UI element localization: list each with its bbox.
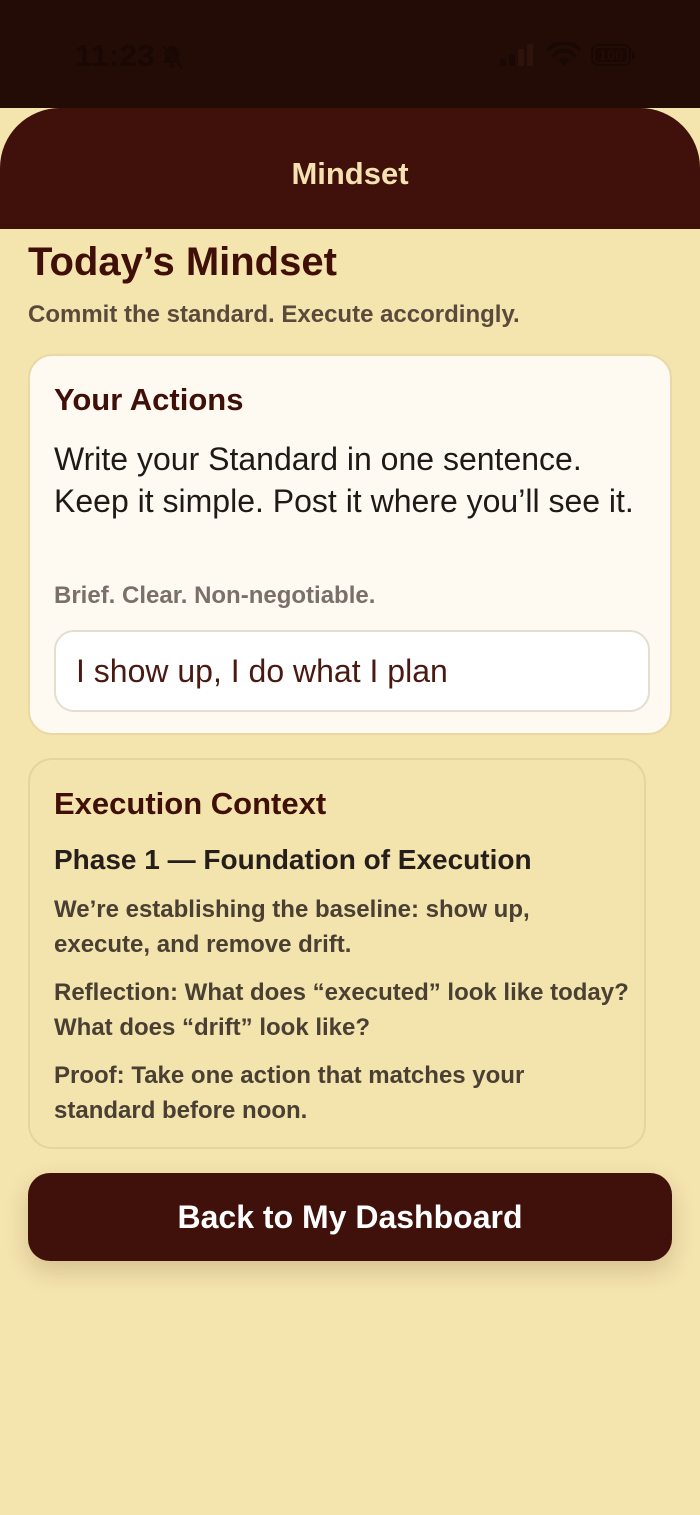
app-header: Mindset: [0, 108, 700, 229]
actions-note: Brief. Clear. Non-negotiable.: [54, 582, 376, 609]
standard-input[interactable]: [54, 630, 650, 712]
phase-title: Phase 1 — Foundation of Execution: [54, 844, 532, 875]
page-subtitle: Commit the standard. Execute accordingly…: [28, 301, 520, 328]
page-title: Today’s Mindset: [28, 240, 337, 284]
proof-text: Proof: Take one action that matches your…: [54, 1062, 525, 1124]
actions-card-title: Your Actions: [54, 382, 244, 417]
signal-icon: [500, 44, 533, 66]
header-title: Mindset: [291, 156, 409, 191]
phase-description: We’re establishing the baseline: show up…: [54, 896, 530, 958]
bell-slash-icon: [161, 44, 184, 70]
status-time: 11:23: [75, 38, 156, 73]
battery-level: 100: [598, 46, 624, 64]
back-to-dashboard-button[interactable]: Back to My Dashboard: [28, 1173, 672, 1261]
context-card-title: Execution Context: [54, 786, 327, 821]
actions-card: Your Actions Write your Standard in one …: [28, 354, 672, 735]
wifi-icon: [547, 42, 581, 66]
status-bar: 11:23 100: [0, 0, 700, 108]
actions-instruction: Write your Standard in one sentence. Kee…: [54, 441, 634, 519]
reflection-text: Reflection: What does “executed” look li…: [54, 979, 629, 1041]
execution-context-card: Execution Context Phase 1 — Foundation o…: [28, 758, 646, 1149]
battery-icon: 100: [591, 44, 635, 66]
